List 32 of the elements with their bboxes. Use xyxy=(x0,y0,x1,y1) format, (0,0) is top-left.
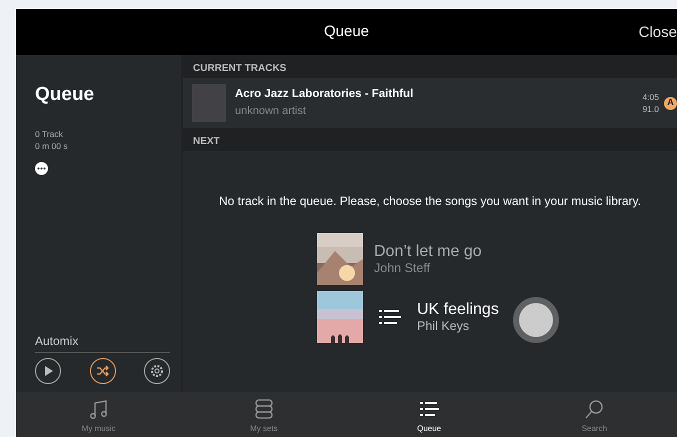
stack-icon xyxy=(252,397,275,421)
section-heading: CURRENT TRACKS xyxy=(183,55,677,78)
more-icon[interactable] xyxy=(35,162,48,174)
automix-label: Automix xyxy=(35,332,170,353)
close-button[interactable]: Close xyxy=(638,22,677,44)
tab[interactable]: My music xyxy=(16,392,182,437)
tab[interactable]: My sets xyxy=(181,392,346,437)
section-heading: NEXT xyxy=(183,128,677,151)
track-count: 0 Track xyxy=(35,128,64,140)
settings-button[interactable] xyxy=(144,358,170,384)
track-duration: 4:05 xyxy=(642,91,659,103)
list-icon[interactable] xyxy=(379,309,401,325)
track-title: UK feelings xyxy=(417,301,499,319)
deck-badge: A xyxy=(664,96,677,110)
track-artist: John Steff xyxy=(374,261,432,275)
track-title: Don’t let me go xyxy=(374,243,482,261)
track-artist: Phil Keys xyxy=(417,319,470,333)
screen-title: Queue xyxy=(324,22,370,42)
queue-duration: 0 m 00 s xyxy=(35,140,69,152)
track-bpm: 91.0 xyxy=(642,103,659,115)
touch-indicator xyxy=(513,297,559,343)
shuffle-icon xyxy=(96,365,110,377)
empty-queue-message: No track in the queue. Please, choose the songs you want in your music library. xyxy=(218,193,642,209)
track-title: Acro Jazz Laboratories - Faithful xyxy=(235,87,414,102)
tab[interactable]: Search xyxy=(512,392,677,437)
play-button[interactable] xyxy=(35,358,61,384)
album-art xyxy=(192,84,226,122)
track-artist: unknown artist xyxy=(235,104,307,120)
sidebar-title: Queue xyxy=(35,83,96,107)
tab[interactable]: Queue xyxy=(346,392,512,437)
shuffle-button[interactable] xyxy=(90,358,116,384)
settings-icon xyxy=(150,364,164,378)
